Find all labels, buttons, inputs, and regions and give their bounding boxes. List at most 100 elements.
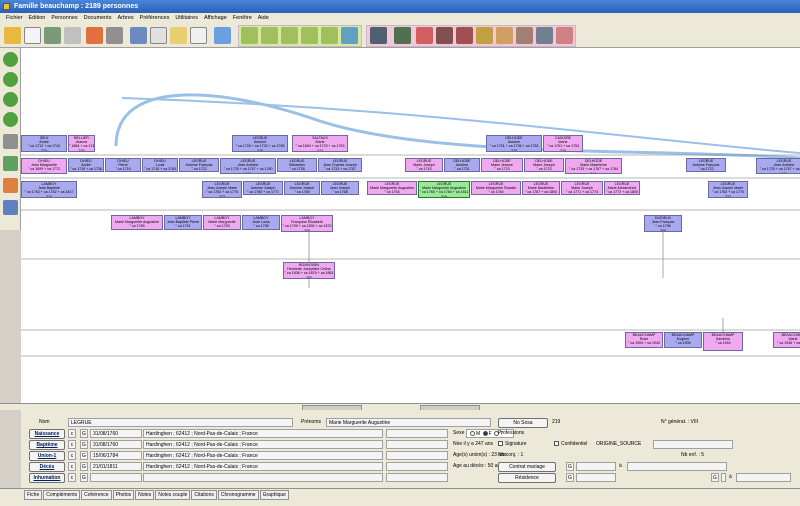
tab-coherence[interactable]: Cohérence (81, 490, 112, 500)
grid-icon[interactable] (341, 27, 358, 44)
person-box[interactable]: CASOIRE Marie ° ca 1701 + ca 1753 379 (543, 135, 583, 152)
link-icon[interactable] (3, 178, 18, 193)
printer-icon[interactable] (3, 134, 18, 149)
tab-graphique[interactable]: Graphique (259, 490, 289, 500)
person-box[interactable]: LAMBOY Marie Marguerite ° ca 1793 (203, 215, 241, 230)
tree-down-icon[interactable] (3, 92, 18, 107)
person-box[interactable]: DELHODE Antoine ° ca 1731 (444, 158, 480, 172)
person-box[interactable]: LEGRUE Marie Marguerite Augustine ° ca 176… (418, 181, 470, 198)
event-1-button[interactable]: Baptême (29, 440, 65, 450)
arrow-icon[interactable] (106, 27, 123, 44)
tab-complements[interactable]: Compléments (43, 490, 81, 500)
person-box[interactable]: DURIEUX Jean François ° ca 1796 309 (644, 215, 682, 232)
person-box[interactable]: DELHODE Marie Jeanne ° ca 1723 (481, 158, 523, 172)
person-box[interactable]: LEGRUE Antoine Joseph ° ca 1765 + ca 1771 (243, 181, 283, 195)
person-box[interactable]: LEGRUE Jean Joseph Marie ° ca 1763 + ca 17… (202, 181, 242, 198)
menu-arbres[interactable]: Arbres (117, 13, 133, 24)
person-box[interactable]: DHIEU André ° ca 1715 + ca 1736 (68, 158, 104, 172)
family-icon[interactable] (496, 27, 513, 44)
contrat-date-field[interactable] (576, 462, 616, 471)
sexe-f-radio[interactable] (482, 431, 488, 437)
tab-fiche[interactable]: Fiche (24, 490, 43, 500)
note-icon[interactable] (170, 27, 187, 44)
tab-citations[interactable]: Citations (191, 490, 217, 500)
event-3-place-field[interactable]: Hardinghen ; 62412 ; Nord-Pas-de-Calais … (143, 462, 383, 471)
add-person-icon[interactable] (394, 27, 411, 44)
origine-source-field[interactable] (653, 440, 733, 449)
person-box[interactable]: SALTAUX Marie ° ca 1694 + ca 1723 + ca 175… (292, 135, 348, 152)
nom-field[interactable]: LEGRUE (68, 418, 293, 427)
event-1-g-marker[interactable]: G (80, 440, 88, 449)
zoom-in-icon[interactable] (301, 27, 318, 44)
person-box[interactable]: LAMBOY Jean Louis ° ca 1795 (242, 215, 280, 230)
residence-place-field[interactable] (736, 473, 791, 482)
person-box[interactable]: DELHODE Marie Joseph ° ca 1723 (524, 158, 564, 172)
event-0-c-marker[interactable]: c (68, 429, 76, 438)
pen-icon[interactable] (3, 200, 18, 215)
tab-notes-couple[interactable]: Notes couple (155, 490, 191, 500)
menu-documents[interactable]: Documents (84, 13, 112, 24)
person-box[interactable]: LEGRUE Antoine François ° ca 1722 (686, 158, 726, 172)
menu-edition[interactable]: Edition (29, 13, 46, 24)
edit-sheet-icon[interactable] (24, 27, 41, 44)
event-4-g-marker[interactable]: G (80, 473, 88, 482)
person-box[interactable]: BONVOISIN Henriette Joséphine Céline ° ca … (283, 262, 335, 279)
tab-notes[interactable]: Notes (135, 490, 155, 500)
menu-personnes[interactable]: Personnes (51, 13, 77, 24)
person-box[interactable]: LEGRUE Jean Antoine ° ca 1725 + ca 1767 + … (756, 158, 800, 174)
person-box[interactable]: BEAUCHAMP Eugène ° ca 1906 (664, 332, 702, 348)
event-0-place-field[interactable]: Hardinghen ; 62412 ; Nord-Pas-de-Calais … (143, 429, 383, 438)
event-2-g-marker[interactable]: G (80, 451, 88, 460)
sexe-m-radio[interactable] (470, 431, 475, 437)
child-icon[interactable] (476, 27, 493, 44)
person-box[interactable]: LEGRUE Marie Joseph ° ca 1771 + ca 1774 (561, 181, 603, 195)
person-box[interactable]: LEGRUE Jean Charles Joseph ° ca 1733 + ca … (318, 158, 362, 172)
menu-aide[interactable]: Aide (258, 13, 269, 24)
menu-fichier[interactable]: Fichier (6, 13, 23, 24)
parents-icon[interactable] (456, 27, 473, 44)
person-box[interactable]: LEGRUE Marie Joseph ° ca 1743 (405, 158, 443, 172)
step-2-icon[interactable] (3, 72, 18, 87)
descendants-icon[interactable] (536, 27, 553, 44)
person-box[interactable]: LAMBOY Françoise Élisabeth ° ca 1799 + ca … (281, 215, 333, 232)
event-2-place-field[interactable]: Hardinghen ; 62412 ; Nord-Pas-de-Calais … (143, 451, 383, 460)
event-3-g-marker[interactable]: G (80, 462, 88, 471)
event-0-extra-field[interactable] (386, 429, 448, 438)
tab-chronogramme[interactable]: Chronogramme (217, 490, 259, 500)
event-3-c-marker[interactable]: c (68, 462, 76, 471)
document-icon[interactable] (150, 27, 167, 44)
tab-photos[interactable]: Photos (112, 490, 135, 500)
event-2-extra-field[interactable] (386, 451, 448, 460)
signature-checkbox[interactable]: Signature (498, 440, 526, 449)
event-4-extra-field[interactable] (386, 473, 448, 482)
layout-icon[interactable] (3, 156, 18, 171)
zoom-page-icon[interactable] (281, 27, 298, 44)
person-box[interactable]: LEGRUE Jean Antoine ° ca 1725 + ca 1767 + … (220, 158, 276, 174)
tools-icon[interactable] (64, 27, 81, 44)
siblings-icon[interactable] (516, 27, 533, 44)
step-1-icon[interactable] (3, 52, 18, 67)
person-box[interactable]: LAMBOY Jean Baptiste Pierre ° ca 1791 (164, 215, 202, 230)
residence-extra-field[interactable] (721, 473, 726, 482)
event-1-c-marker[interactable]: c (68, 440, 76, 449)
event-1-extra-field[interactable] (386, 440, 448, 449)
person-box[interactable]: DHIEU Pierre ° ca 1716 (105, 158, 141, 172)
event-4-button[interactable]: Inhumation (29, 473, 65, 483)
list-icon[interactable] (190, 27, 207, 44)
search-person-icon[interactable] (370, 27, 387, 44)
person-box[interactable]: LEGRUE Marie Marguerite Augustine ° ca 175… (367, 181, 417, 195)
person-box[interactable]: LEGRUE Jean Joseph ° ca 1768 (321, 181, 359, 195)
person-box[interactable]: BELLIER Jeanne ° 1684 + ca 1742 375 (68, 135, 95, 152)
person-box[interactable]: IDEU Andre ° ca 1712 + ca 1740 374 (21, 135, 67, 152)
menu-affichage[interactable]: Affichage (204, 13, 227, 24)
event-4-date-field[interactable] (90, 473, 142, 482)
couple-icon[interactable] (436, 27, 453, 44)
event-2-date-field[interactable]: 15/06/1784 (90, 451, 142, 460)
person-box[interactable]: LEGRUE Antoine Joseph ° ca 1766 (284, 181, 320, 195)
person-box[interactable]: BEAUCHAMPMarie° ca 1946 + ca 1975 (773, 332, 800, 348)
tree-up-icon[interactable] (3, 112, 18, 127)
event-1-place-field[interactable]: Hardinghen ; 62412 ; Nord-Pas-de-Calais … (143, 440, 383, 449)
person-box[interactable]: LEGRUE Sébastien ° ca 1728 (277, 158, 317, 172)
event-0-g-marker[interactable]: G (80, 429, 88, 438)
event-0-button[interactable]: Naissance (29, 429, 65, 439)
